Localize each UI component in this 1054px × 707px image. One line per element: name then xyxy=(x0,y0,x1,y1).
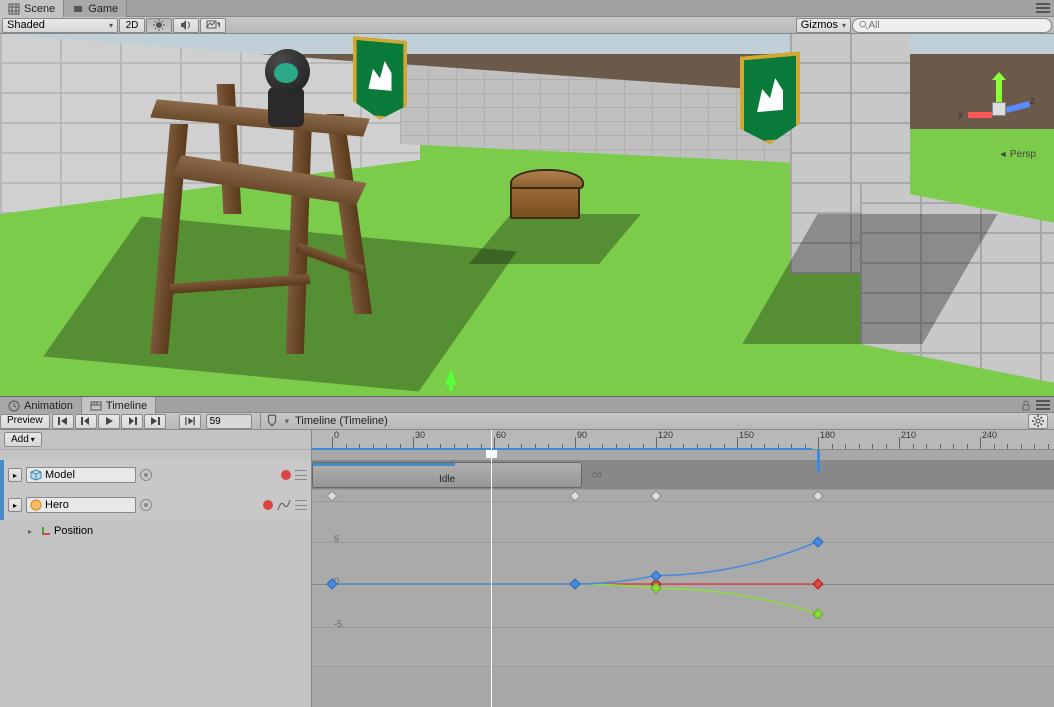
record-icon[interactable] xyxy=(281,470,291,480)
marker-button[interactable] xyxy=(265,414,279,428)
lock-icon[interactable] xyxy=(1020,399,1032,411)
orientation-gizmo[interactable]: x z xyxy=(964,74,1034,144)
game-icon xyxy=(72,3,84,15)
key-lane-hero[interactable] xyxy=(312,490,1054,502)
track-area[interactable]: 0306090120150180210240 Idle ∞ 5 0 -5 xyxy=(312,430,1054,707)
search-field[interactable] xyxy=(852,18,1052,33)
next-frame-button[interactable] xyxy=(121,414,143,429)
loop-icon: ∞ xyxy=(592,466,602,482)
search-icon xyxy=(859,20,868,30)
toggle-fx-button[interactable]: ▾ xyxy=(200,18,226,33)
track-row-hero[interactable]: ▸ Hero xyxy=(4,490,311,520)
track-menu-icon[interactable] xyxy=(295,470,307,480)
transform-gizmo-y-arrow[interactable] xyxy=(445,369,457,385)
property-position[interactable]: Position xyxy=(4,520,311,542)
tab-animation[interactable]: Animation xyxy=(0,397,82,414)
toggle-audio-button[interactable] xyxy=(173,18,199,33)
curve-lane-position[interactable]: 5 0 -5 xyxy=(312,502,1054,667)
add-track-button[interactable]: Add xyxy=(4,432,42,447)
preview-button[interactable]: Preview xyxy=(0,414,50,429)
panel-menu-icon[interactable] xyxy=(1036,400,1050,410)
menu-icon[interactable] xyxy=(1036,1,1050,15)
toggle-2d-button[interactable]: 2D xyxy=(119,18,145,33)
tab-timeline[interactable]: Timeline xyxy=(82,397,156,414)
time-ruler[interactable]: 0306090120150180210240 xyxy=(312,430,1054,450)
prefab-icon xyxy=(30,499,42,511)
gizmos-dropdown-button[interactable]: Gizmos xyxy=(796,18,851,33)
scene-viewport[interactable]: x z Persp xyxy=(0,34,1054,396)
clip-lane-model[interactable]: Idle ∞ xyxy=(312,460,1054,490)
timeline-icon xyxy=(90,400,102,412)
frame-input[interactable] xyxy=(206,414,252,429)
prev-frame-button[interactable] xyxy=(75,414,97,429)
settings-button[interactable] xyxy=(1028,414,1048,429)
projection-label[interactable]: Persp xyxy=(998,149,1036,160)
play-range-button[interactable] xyxy=(179,414,201,429)
first-frame-button[interactable] xyxy=(52,414,74,429)
track-menu-icon[interactable] xyxy=(295,500,307,510)
curves-toggle-icon[interactable] xyxy=(277,498,291,512)
track-binding-model[interactable]: Model xyxy=(26,467,136,483)
last-frame-button[interactable] xyxy=(144,414,166,429)
search-input[interactable] xyxy=(868,20,1045,31)
clock-icon xyxy=(8,400,20,412)
toggle-lighting-button[interactable] xyxy=(146,18,172,33)
tab-scene[interactable]: Scene xyxy=(0,0,64,17)
tab-scene-label: Scene xyxy=(24,3,55,15)
scene-icon xyxy=(8,3,20,15)
play-button[interactable] xyxy=(98,414,120,429)
shading-mode-dropdown[interactable]: Shaded xyxy=(2,18,118,33)
tab-game[interactable]: Game xyxy=(64,0,127,17)
hero-character xyxy=(250,49,320,139)
track-foldout[interactable]: ▸ xyxy=(8,468,22,482)
track-picker-icon[interactable] xyxy=(140,499,152,511)
cube-icon xyxy=(30,469,42,481)
playhead[interactable] xyxy=(491,430,492,707)
end-marker[interactable] xyxy=(817,450,820,472)
chest-prop xyxy=(510,179,580,219)
timeline-asset-label: Timeline (Timeline) xyxy=(295,415,388,427)
track-binding-hero[interactable]: Hero xyxy=(26,497,136,513)
track-foldout[interactable]: ▸ xyxy=(8,498,22,512)
track-row-model[interactable]: ▸ Model xyxy=(4,460,311,490)
track-list: Add ▸ Model ▸ xyxy=(0,430,312,707)
svg-text:▾: ▾ xyxy=(217,19,220,31)
tab-game-label: Game xyxy=(88,3,118,15)
clip-idle[interactable]: Idle xyxy=(312,462,582,488)
transform-axis-icon xyxy=(38,525,50,537)
track-picker-icon[interactable] xyxy=(140,469,152,481)
record-icon[interactable] xyxy=(263,500,273,510)
